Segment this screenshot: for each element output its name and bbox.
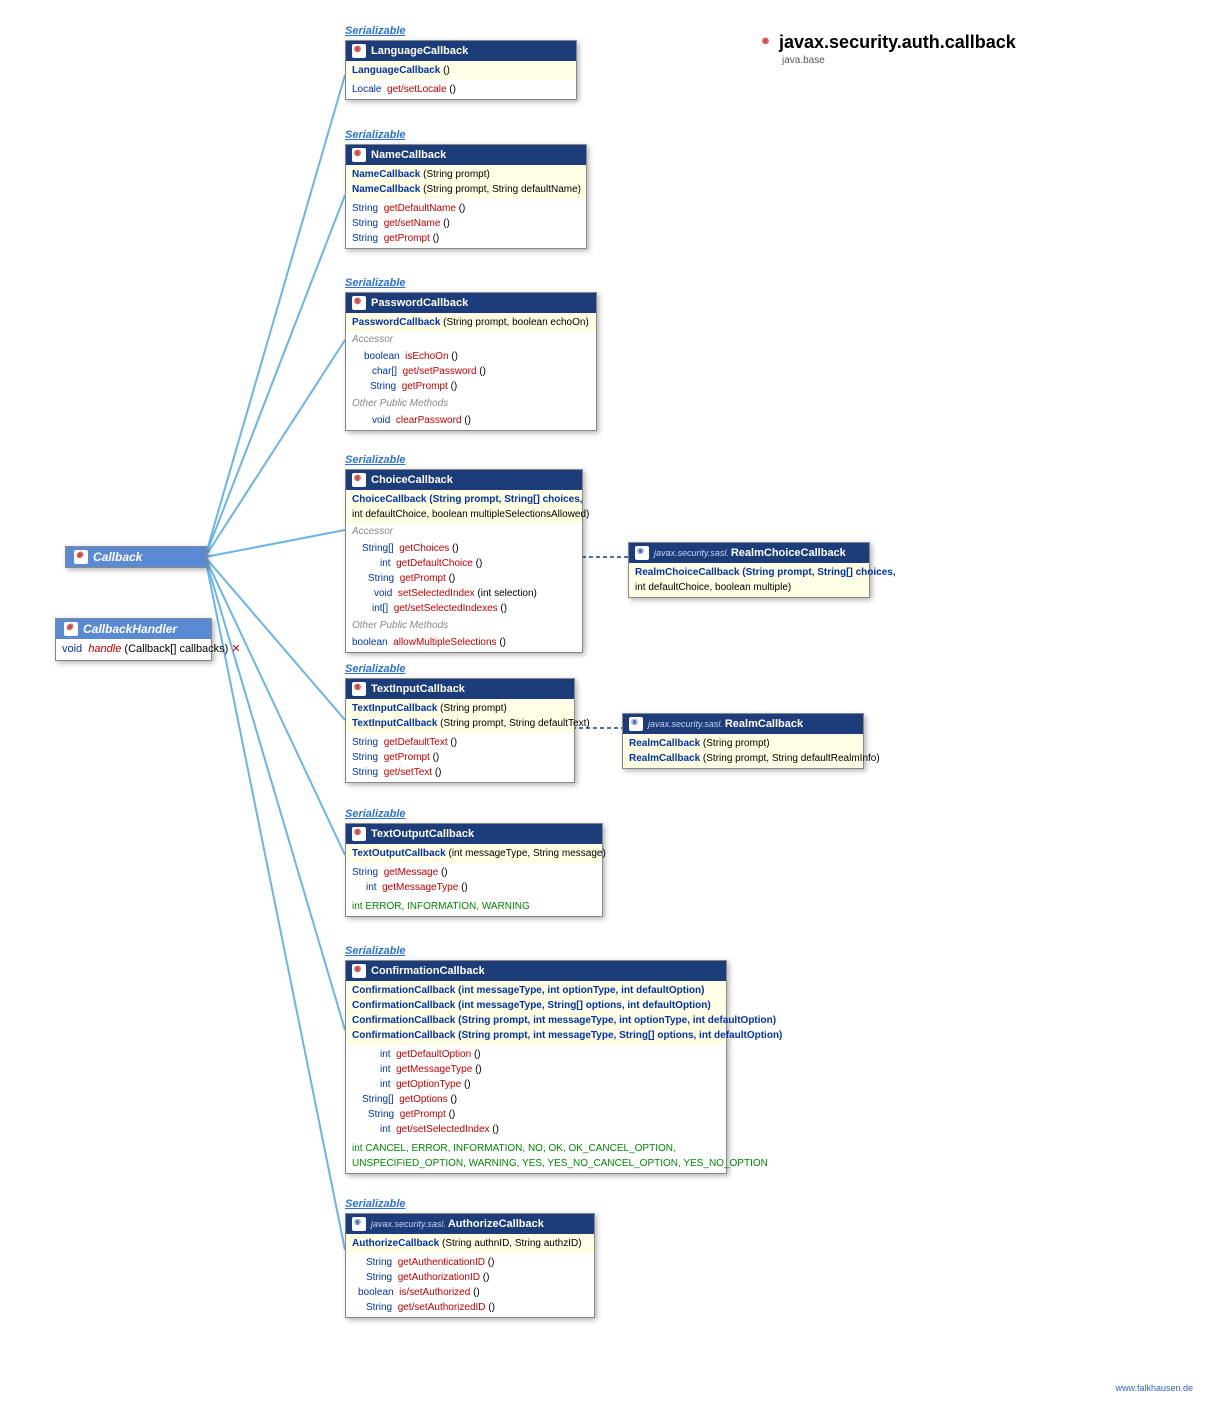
package-name: javax.security.auth.callback [779,32,1016,53]
interface-icon [74,550,88,564]
class-authorizecallback: javax.security.sasl.AuthorizeCallback Au… [345,1213,595,1318]
serializable-label: Serializable [345,1198,406,1210]
serializable-label: Serializable [345,454,406,466]
package-icon [760,36,774,50]
class-icon [352,148,366,162]
class-icon [629,717,643,731]
serializable-label: Serializable [345,25,406,37]
interface-callbackhandler: CallbackHandler void handle (Callback[] … [55,618,212,661]
package-title: javax.security.auth.callback [760,32,1016,53]
callback-name: Callback [93,550,142,564]
class-icon [352,827,366,841]
class-textoutputcallback: TextOutputCallback TextOutputCallback (i… [345,823,603,917]
interface-icon [64,622,78,636]
interface-callback: Callback [65,546,207,568]
serializable-label: Serializable [345,945,406,957]
class-languagecallback: LanguageCallback LanguageCallback () Loc… [345,40,577,100]
serializable-label: Serializable [345,808,406,820]
class-textinputcallback: TextInputCallback TextInputCallback (Str… [345,678,575,783]
serializable-label: Serializable [345,277,406,289]
class-icon [352,1217,366,1231]
package-module: java.base [782,55,825,66]
class-icon [352,964,366,978]
class-icon [352,296,366,310]
handler-name: CallbackHandler [83,622,177,636]
footer-link[interactable]: www.falkhausen.de [1115,1383,1193,1393]
class-realmcallback: javax.security.sasl.RealmCallback RealmC… [622,713,864,769]
serializable-label: Serializable [345,663,406,675]
class-icon [352,473,366,487]
class-icon [352,44,366,58]
class-passwordcallback: PasswordCallback PasswordCallback (Strin… [345,292,597,431]
class-icon [635,546,649,560]
class-realmchoicecallback: javax.security.sasl.RealmChoiceCallback … [628,542,870,598]
class-namecallback: NameCallback NameCallback (String prompt… [345,144,587,249]
class-choicecallback: ChoiceCallback ChoiceCallback (String pr… [345,469,583,653]
class-confirmationcallback: ConfirmationCallback ConfirmationCallbac… [345,960,727,1174]
serializable-label: Serializable [345,129,406,141]
class-icon [352,682,366,696]
